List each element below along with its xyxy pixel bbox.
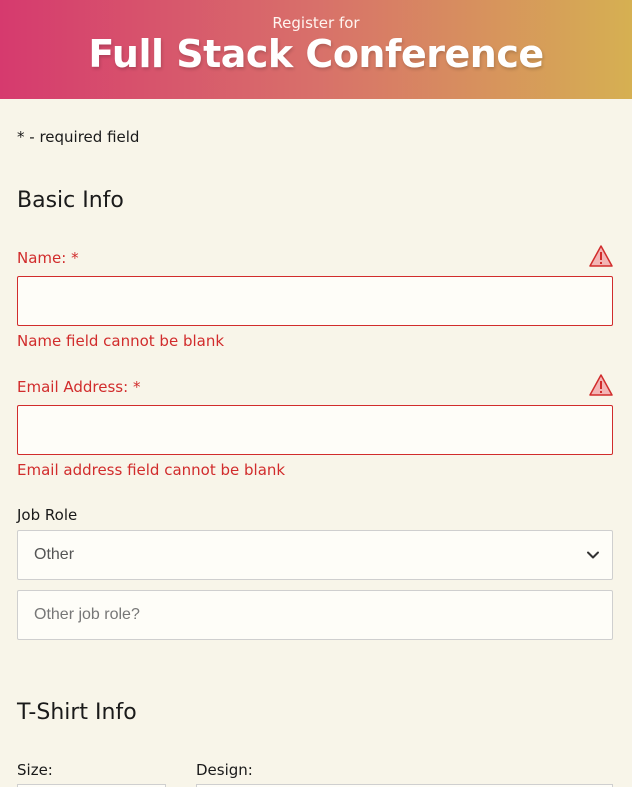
email-error-message: Email address field cannot be blank bbox=[17, 461, 286, 479]
section-heading-tshirt-info: T-Shirt Info bbox=[17, 700, 137, 725]
email-field[interactable] bbox=[17, 405, 613, 455]
job-role-label: Job Role bbox=[17, 506, 78, 524]
job-role-selected-value: Other bbox=[34, 546, 75, 563]
warning-icon bbox=[589, 245, 613, 267]
name-label: Name: * bbox=[17, 249, 79, 267]
email-label: Email Address: * bbox=[17, 378, 141, 396]
section-heading-basic-info: Basic Info bbox=[17, 188, 124, 213]
design-label: Design: bbox=[196, 761, 253, 779]
required-field-note: * - required field bbox=[17, 128, 140, 146]
size-label: Size: bbox=[17, 761, 53, 779]
page-title: Full Stack Conference bbox=[88, 32, 544, 76]
name-field[interactable] bbox=[17, 276, 613, 326]
other-job-role-input[interactable]: Other job role? bbox=[17, 590, 613, 640]
name-error-message: Name field cannot be blank bbox=[17, 332, 225, 350]
job-role-select[interactable]: Other bbox=[17, 530, 613, 580]
warning-icon bbox=[589, 374, 613, 396]
chevron-down-icon bbox=[587, 551, 599, 559]
header-pretitle: Register for bbox=[272, 14, 360, 32]
page-header: Register for Full Stack Conference bbox=[0, 0, 632, 99]
